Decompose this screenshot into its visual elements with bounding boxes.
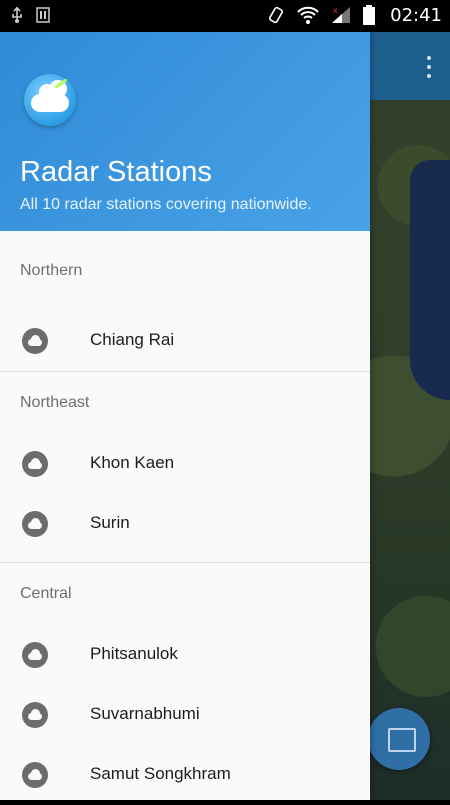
- cloud-icon: [22, 702, 48, 728]
- clock: 02:41: [390, 4, 442, 26]
- section-title: Northern: [20, 262, 83, 279]
- section-title: Central: [20, 585, 72, 602]
- drawer-header: Radar Stations All 10 radar stations cov…: [0, 32, 370, 231]
- navigation-drawer: Radar Stations All 10 radar stations cov…: [0, 32, 370, 800]
- cloud-icon: [22, 451, 48, 477]
- map-toolbar: [370, 32, 450, 100]
- usb-icon: [12, 6, 22, 23]
- station-item-chiang-rai[interactable]: Chiang Rai: [0, 311, 370, 371]
- map-background[interactable]: [370, 32, 450, 800]
- status-bar: x 02:41: [0, 0, 450, 32]
- station-label: Surin: [90, 513, 130, 532]
- station-item-samut-songkhram[interactable]: Samut Songkhram: [0, 745, 370, 805]
- battery-icon: [363, 5, 376, 25]
- drawer-subtitle: All 10 radar stations covering nationwid…: [20, 196, 312, 213]
- section-northern: Northern Chiang Rai: [0, 231, 370, 372]
- station-label: Chiang Rai: [90, 330, 175, 349]
- signal-icon: x: [332, 6, 351, 23]
- station-item-khon-kaen[interactable]: Khon Kaen: [0, 434, 370, 494]
- station-label: Phitsanulok: [90, 644, 178, 663]
- section-title: Northeast: [20, 394, 90, 411]
- station-label: Samut Songkhram: [90, 764, 231, 783]
- cloud-icon: [22, 762, 48, 788]
- cloud-icon: [22, 642, 48, 668]
- station-item-phitsanulok[interactable]: Phitsanulok: [0, 625, 370, 685]
- station-label: Khon Kaen: [90, 453, 175, 472]
- cloud-icon: [22, 511, 48, 537]
- section-northeast: Northeast Khon Kaen Surin: [0, 372, 370, 563]
- map-sea: [410, 160, 450, 400]
- map-icon: [388, 728, 416, 752]
- map-type-fab[interactable]: [368, 708, 430, 770]
- wifi-icon: [297, 6, 319, 24]
- drawer-title: Radar Stations: [20, 156, 212, 188]
- section-central: Central Phitsanulok Suvarnabhumi Samut S…: [0, 563, 370, 805]
- overflow-menu-icon[interactable]: [426, 56, 432, 80]
- station-item-surin[interactable]: Surin: [0, 494, 370, 554]
- cloud-icon: [22, 328, 48, 354]
- station-label: Suvarnabhumi: [90, 704, 200, 723]
- svg-text:x: x: [333, 6, 338, 15]
- station-item-suvarnabhumi[interactable]: Suvarnabhumi: [0, 685, 370, 745]
- sim-icon: [36, 7, 50, 23]
- rotation-icon: [269, 6, 284, 24]
- app-logo-icon: [24, 74, 76, 126]
